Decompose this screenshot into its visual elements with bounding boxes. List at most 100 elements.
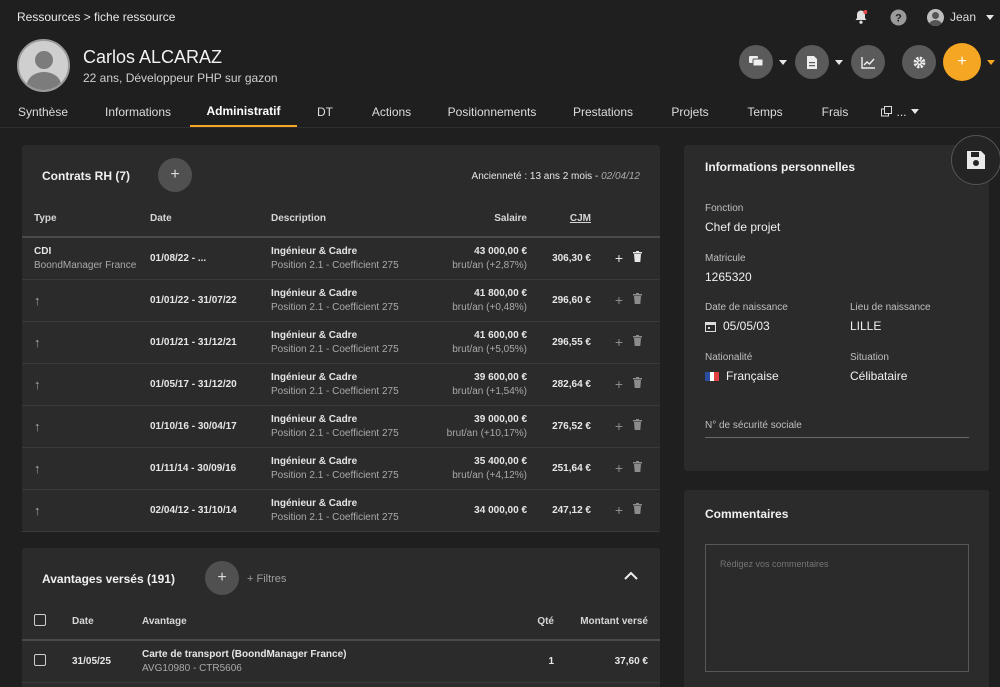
add-amendment-icon[interactable]: + xyxy=(595,489,623,532)
breadcrumb[interactable]: Ressources > fiche ressource xyxy=(17,10,175,24)
contract-date: 01/01/22 - 31/07/22 xyxy=(150,279,271,322)
france-flag-icon xyxy=(705,371,720,381)
trash-icon[interactable] xyxy=(623,489,660,532)
floppy-disk-icon xyxy=(967,151,985,169)
tab-more[interactable]: ... xyxy=(868,96,932,127)
user-menu[interactable]: Jean xyxy=(926,8,994,26)
tab-informations[interactable]: Informations xyxy=(86,96,190,127)
chat-button[interactable] xyxy=(739,45,773,79)
trash-icon[interactable] xyxy=(623,321,660,364)
col-date: Date xyxy=(72,604,142,641)
contract-date: 01/11/14 - 30/09/16 xyxy=(150,447,271,490)
statistics-button[interactable] xyxy=(851,45,885,79)
trash-icon[interactable] xyxy=(623,405,660,448)
contract-row[interactable]: ↑ 01/11/14 - 30/09/16 Ingénieur & Cadre … xyxy=(22,447,660,490)
birthdate-value: 05/05/03 xyxy=(723,319,770,333)
help-icon[interactable]: ? xyxy=(889,7,909,27)
tab-prestations[interactable]: Prestations xyxy=(554,96,652,127)
contract-row[interactable]: ↑ 01/10/16 - 30/04/17 Ingénieur & Cadre … xyxy=(22,405,660,448)
contract-row[interactable]: ↑ 02/04/12 - 31/10/14 Ingénieur & Cadre … xyxy=(22,489,660,532)
contract-description: Ingénieur & Cadre Position 2.1 - Coeffic… xyxy=(271,447,399,490)
contract-description: Ingénieur & Cadre Position 2.1 - Coeffic… xyxy=(271,363,399,406)
col-cjm[interactable]: CJM xyxy=(527,201,595,238)
tab-temps[interactable]: Temps xyxy=(728,96,802,127)
chevron-up-icon[interactable] xyxy=(624,571,638,580)
contract-row[interactable]: ↑ 01/01/21 - 31/12/21 Ingénieur & Cadre … xyxy=(22,321,660,364)
add-benefit-button[interactable]: + xyxy=(205,561,239,595)
col-type: Type xyxy=(22,201,150,238)
contract-cjm: 296,55 € xyxy=(527,321,595,364)
chevron-down-icon[interactable] xyxy=(987,59,995,65)
trash-icon[interactable] xyxy=(623,363,660,406)
tab-synthese[interactable]: Synthèse xyxy=(0,96,86,127)
tab-more-label: ... xyxy=(896,104,907,119)
notification-bell-icon[interactable] xyxy=(851,7,871,27)
tab-actions[interactable]: Actions xyxy=(353,96,430,127)
contract-date: 01/01/21 - 31/12/21 xyxy=(150,321,271,364)
contract-cjm: 282,64 € xyxy=(527,363,595,406)
benefit-row[interactable]: 31/05/25 Carte de transport (BoondManage… xyxy=(22,640,660,683)
document-button[interactable] xyxy=(795,45,829,79)
chevron-down-icon[interactable] xyxy=(779,59,787,65)
save-button[interactable] xyxy=(951,135,1000,185)
add-amendment-icon[interactable]: + xyxy=(595,363,623,406)
contract-description: Ingénieur & Cadre Position 2.1 - Coeffic… xyxy=(271,405,399,448)
contract-salary: 35 400,00 € brut/an (+4,12%) xyxy=(399,447,527,490)
add-button[interactable]: + xyxy=(943,43,981,81)
contract-type: ↑ xyxy=(22,363,150,406)
col-amount: Montant versé xyxy=(554,604,648,641)
matricule-field: Matricule 1265320 xyxy=(705,253,752,284)
add-amendment-icon[interactable]: + xyxy=(595,405,623,448)
contract-type: ↑ xyxy=(22,447,150,490)
contract-type: ↑ xyxy=(22,321,150,364)
ssn-field[interactable]: N° de sécurité sociale xyxy=(705,420,969,438)
filters-button[interactable]: + Filtres xyxy=(247,573,286,585)
contract-date: 01/05/17 - 31/12/20 xyxy=(150,363,271,406)
top-bar-actions: ? Jean xyxy=(851,0,1000,34)
comments-card: Commentaires xyxy=(684,490,989,687)
contract-cjm: 276,52 € xyxy=(527,405,595,448)
contract-description: Ingénieur & Cadre Position 2.1 - Coeffic… xyxy=(271,279,399,322)
add-amendment-icon[interactable]: + xyxy=(595,447,623,490)
chevron-down-icon[interactable] xyxy=(835,59,843,65)
chevron-down-icon xyxy=(910,109,919,114)
benefit-name: Carte de transport (BoondManager France)… xyxy=(142,640,482,683)
benefits-title: Avantages versés (191) xyxy=(42,572,175,586)
row-checkbox[interactable] xyxy=(34,653,46,666)
add-amendment-icon[interactable]: + xyxy=(595,321,623,364)
contract-salary: 39 000,00 € brut/an (+10,17%) xyxy=(399,405,527,448)
tab-frais[interactable]: Frais xyxy=(802,96,868,127)
profile-name: Carlos ALCARAZ xyxy=(83,47,223,67)
trash-icon[interactable] xyxy=(623,447,660,490)
col-qty: Qté xyxy=(482,604,554,641)
trash-icon[interactable] xyxy=(623,279,660,322)
comments-textarea[interactable] xyxy=(705,544,969,672)
svg-text:?: ? xyxy=(896,12,903,24)
user-name: Jean xyxy=(949,10,976,24)
add-amendment-icon[interactable]: + xyxy=(595,237,623,280)
tab-projets[interactable]: Projets xyxy=(652,96,728,127)
contracts-title: Contrats RH (7) xyxy=(42,169,131,183)
profile-avatar xyxy=(17,39,70,92)
trash-icon[interactable] xyxy=(623,237,660,280)
nationality-value: Française xyxy=(726,369,779,383)
add-amendment-icon[interactable]: + xyxy=(595,279,623,322)
contract-row[interactable]: ↑ 01/05/17 - 31/12/20 Ingénieur & Cadre … xyxy=(22,363,660,406)
benefit-date: 31/05/25 xyxy=(72,640,142,683)
tab-dt[interactable]: DT xyxy=(297,96,353,127)
contract-salary: 41 600,00 € brut/an (+5,05%) xyxy=(399,321,527,364)
contract-date: 01/08/22 - ... xyxy=(150,237,271,280)
settings-button[interactable] xyxy=(902,45,936,79)
tab-positionnements[interactable]: Positionnements xyxy=(430,96,554,127)
benefits-card: Avantages versés (191) + + Filtres Date … xyxy=(22,548,660,687)
birthdate-field: Date de naissance 05/05/03 xyxy=(705,302,788,333)
contract-row[interactable]: CDI BoondManager France 01/08/22 - ... I… xyxy=(22,237,660,280)
seniority-text: Ancienneté : 13 ans 2 mois - 02/04/12 xyxy=(471,171,640,182)
personal-info-card: Informations personnelles Fonction Chef … xyxy=(684,145,989,471)
contract-row[interactable]: ↑ 01/01/22 - 31/07/22 Ingénieur & Cadre … xyxy=(22,279,660,322)
contract-salary: 39 600,00 € brut/an (+1,54%) xyxy=(399,363,527,406)
tab-administratif[interactable]: Administratif xyxy=(190,96,297,127)
contract-type: CDI BoondManager France xyxy=(22,237,150,280)
add-contract-button[interactable]: + xyxy=(158,158,192,192)
select-all-checkbox[interactable] xyxy=(34,614,46,626)
